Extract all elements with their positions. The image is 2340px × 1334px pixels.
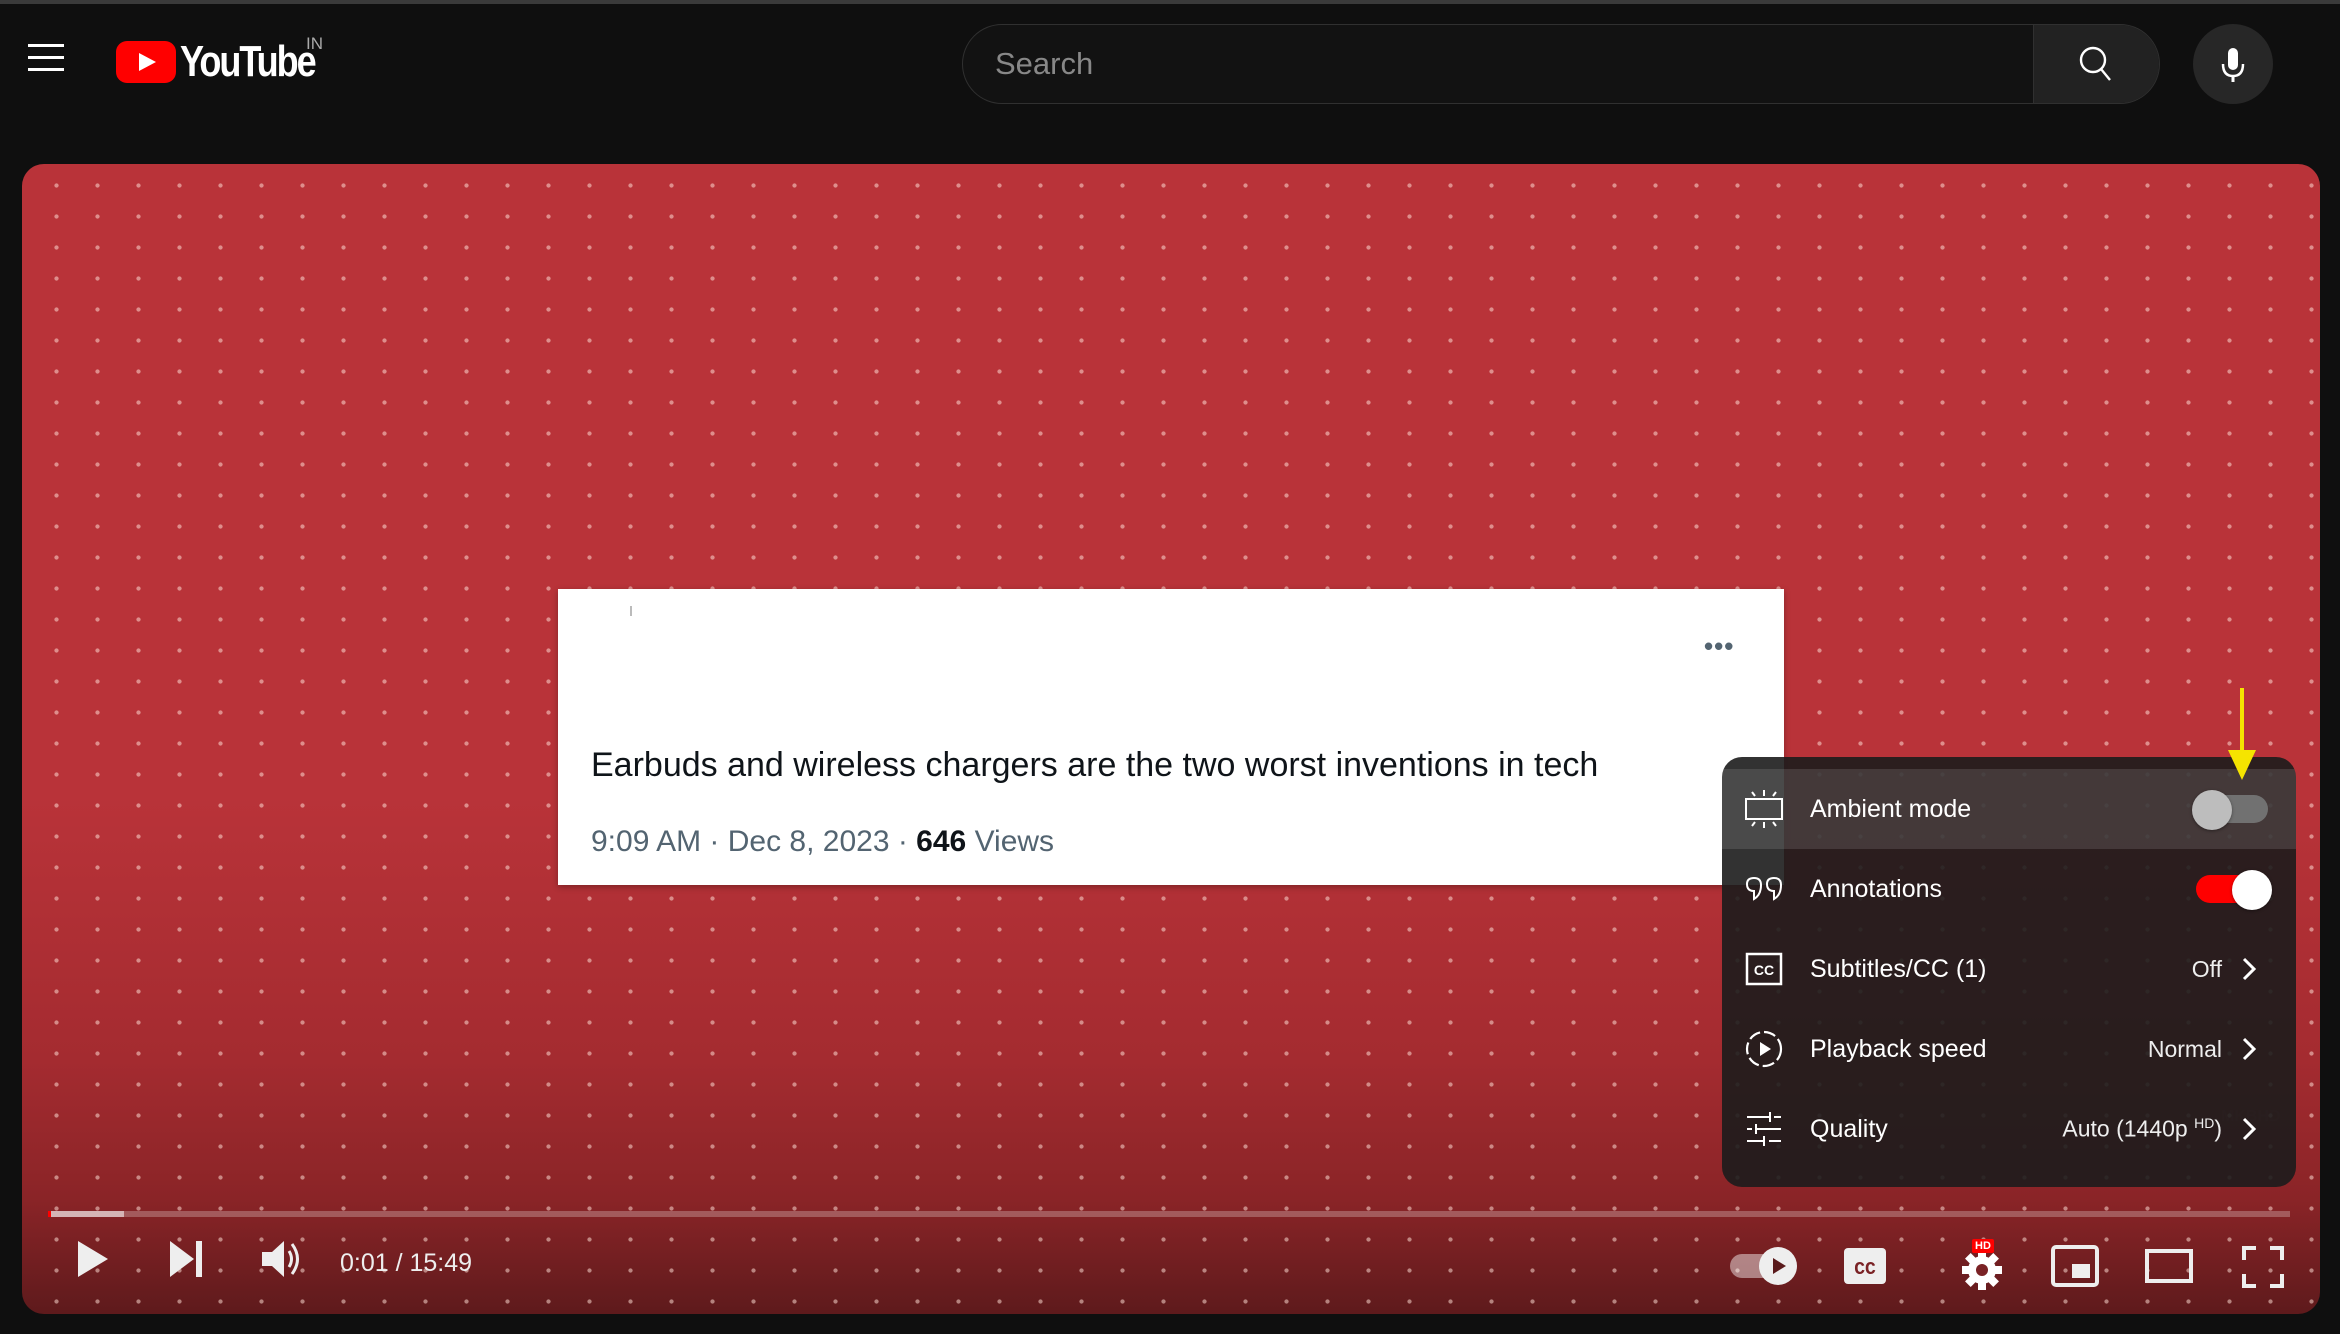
ambient-mode-toggle[interactable] [2192, 790, 2268, 830]
search-icon [2079, 46, 2111, 81]
tweet-timestamp: 9:09 AM · Dec 8, 2023 · [591, 825, 917, 858]
country-code: IN [306, 34, 323, 53]
progress-played [48, 1211, 51, 1217]
annotation-arrow-icon [2228, 688, 2256, 780]
youtube-play-logo-icon [116, 41, 176, 83]
menu-value: Auto (1440p HD) [2062, 1115, 2222, 1143]
quality-value-suffix: ) [2214, 1115, 2222, 1142]
annotations-toggle[interactable] [2196, 870, 2272, 910]
tweet-text: Earbuds and wireless chargers are the tw… [591, 746, 1599, 784]
menu-value: Normal [2147, 1035, 2222, 1062]
menu-label: Playback speed [1810, 1034, 1987, 1063]
menu-item-subtitles[interactable]: CC Subtitles/CC (1) Off [1722, 929, 2296, 1009]
video-tweet-card: ••• Earbuds and wireless chargers are th… [558, 589, 1784, 885]
microphone-icon [2221, 48, 2245, 82]
volume-icon[interactable] [258, 1237, 306, 1281]
menu-label: Subtitles/CC (1) [1810, 954, 1987, 983]
quality-icon [1747, 1112, 1781, 1146]
miniplayer-icon[interactable] [2050, 1244, 2100, 1288]
voice-search-button[interactable] [2193, 24, 2273, 104]
settings-icon[interactable] [1958, 1246, 2006, 1294]
chevron-right-icon [2242, 1117, 2257, 1141]
progress-loaded [48, 1211, 125, 1217]
menu-item-playback-speed[interactable]: Playback speed Normal [1722, 1009, 2296, 1089]
menu-item-quality[interactable]: Quality Auto (1440p HD) [1722, 1089, 2296, 1169]
search-box [962, 24, 2160, 104]
progress-bar[interactable] [48, 1211, 2290, 1217]
tweet-views-label: Views [974, 825, 1055, 858]
fullscreen-icon[interactable] [2240, 1244, 2286, 1290]
video-player[interactable]: ••• Earbuds and wireless chargers are th… [22, 164, 2320, 1314]
next-icon[interactable] [166, 1239, 210, 1279]
menu-value: Off [2191, 955, 2222, 982]
ambient-mode-icon [1745, 790, 1783, 828]
tweet-views-count: 646 [916, 825, 967, 858]
subtitles-icon: CC [1745, 952, 1783, 986]
search-input[interactable] [963, 25, 2033, 103]
logo-text: YouTube [180, 37, 317, 86]
annotations-icon [1745, 876, 1783, 901]
quality-value: Auto (1440p [2062, 1115, 2188, 1142]
theater-mode-icon[interactable] [2144, 1246, 2194, 1286]
more-options-icon: ••• [1704, 631, 1735, 661]
hamburger-menu-icon[interactable] [18, 30, 74, 86]
svg-text:CC: CC [1754, 962, 1774, 978]
tweet-marker [630, 606, 632, 616]
chevron-right-icon [2242, 957, 2257, 981]
menu-label: Annotations [1810, 874, 1943, 903]
menu-item-annotations[interactable]: Annotations [1722, 849, 2296, 929]
chevron-right-icon [2242, 1037, 2257, 1061]
captions-icon[interactable]: CC [1842, 1244, 1888, 1288]
masthead: YouTube IN [0, 4, 2340, 120]
time-display: 0:01 / 15:49 [340, 1249, 473, 1277]
play-icon[interactable] [72, 1237, 112, 1281]
svg-text:CC: CC [1854, 1260, 1876, 1280]
autoplay-toggle-icon[interactable] [1728, 1244, 1800, 1288]
menu-item-ambient-mode[interactable]: Ambient mode [1722, 769, 2296, 849]
hd-superscript: HD [2194, 1115, 2215, 1132]
tweet-meta: 9:09 AM · Dec 8, 2023 · 646 Views [591, 825, 1054, 859]
hd-badge: HD [1972, 1239, 1994, 1253]
playback-speed-icon [1745, 1030, 1783, 1068]
settings-menu: Ambient mode Annotations CC Subtitles/CC… [1722, 757, 2296, 1187]
menu-label: Quality [1810, 1114, 1888, 1143]
search-button[interactable] [2033, 25, 2159, 103]
menu-label: Ambient mode [1810, 794, 1972, 823]
